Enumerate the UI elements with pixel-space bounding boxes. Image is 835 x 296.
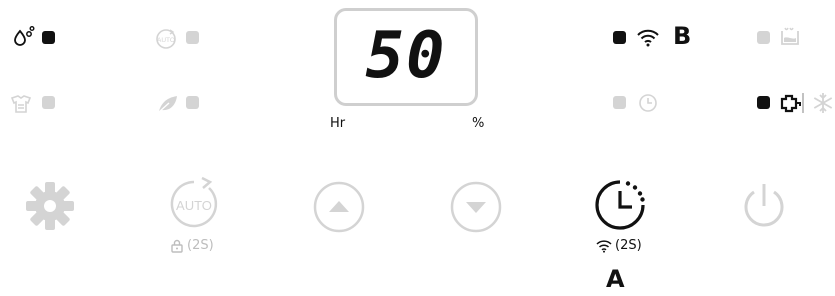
water-full-indicator (42, 31, 55, 44)
annotation-a: A (606, 265, 625, 293)
timer-indicator (613, 96, 626, 109)
tank-icon (778, 26, 802, 46)
power-icon (744, 184, 784, 227)
pump-icon (778, 91, 804, 115)
lock-icon (171, 239, 183, 253)
wifi-icon (596, 239, 612, 253)
annotation-b: B (673, 22, 692, 50)
humidity-display: 50 (334, 8, 478, 106)
settings-button[interactable] (24, 180, 76, 232)
snowflake-icon (812, 92, 834, 114)
arrow-down-icon (450, 181, 502, 233)
unit-hr-label: Hr (330, 116, 346, 131)
unit-percent-label: % (472, 116, 485, 131)
gear-icon (26, 182, 74, 230)
auto-button[interactable]: AUTO (166, 176, 222, 232)
timer-icon (637, 92, 659, 114)
up-button[interactable] (312, 180, 366, 234)
auto-mode-icon: AUTO (155, 28, 177, 50)
power-button[interactable] (739, 180, 789, 232)
timer-button[interactable] (591, 176, 649, 234)
drying-indicator (42, 96, 55, 109)
arrow-up-icon (313, 181, 365, 233)
pump-indicator (757, 96, 770, 109)
tank-indicator (757, 31, 770, 44)
auto-button-icon: AUTO (170, 176, 218, 228)
timer-button-icon (595, 180, 645, 230)
display-value: 50 (365, 19, 447, 93)
leaf-icon (157, 94, 179, 114)
auto-button-text: AUTO (176, 198, 212, 213)
wifi-indicator (613, 31, 626, 44)
auto-hold-label: (2S) (187, 238, 214, 253)
timer-hold-label: (2S) (615, 238, 642, 253)
auto-button-sub: (2S) (170, 238, 214, 253)
down-button[interactable] (449, 180, 503, 234)
wifi-icon (636, 27, 660, 47)
auto-mode-icon-text: AUTO (157, 37, 175, 44)
auto-mode-indicator (186, 31, 199, 44)
timer-button-sub: (2S) (596, 238, 642, 253)
clothes-drying-icon (9, 94, 33, 114)
water-drops-icon (12, 25, 36, 47)
eco-indicator (186, 96, 199, 109)
